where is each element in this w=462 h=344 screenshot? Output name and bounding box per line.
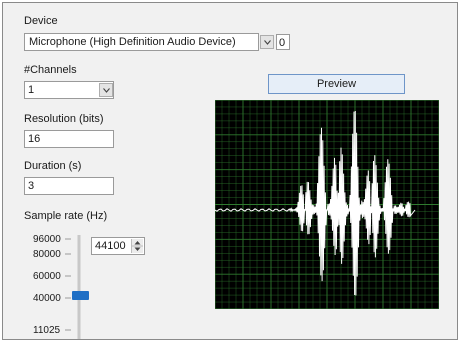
channels-dropdown-button[interactable] xyxy=(99,83,113,97)
preview-button[interactable]: Preview xyxy=(268,74,405,94)
audio-settings-panel: Device Microphone (High Definition Audio… xyxy=(2,2,458,340)
spin-up-icon xyxy=(134,241,141,245)
sample-rate-input[interactable]: 44100 xyxy=(91,237,145,255)
resolution-label: Resolution (bits) xyxy=(24,113,104,125)
waveform-display xyxy=(215,100,439,309)
duration-input[interactable]: 3 xyxy=(24,177,114,195)
chevron-down-icon xyxy=(264,40,271,45)
device-dropdown-button[interactable] xyxy=(260,35,274,49)
spin-down-icon xyxy=(134,247,141,251)
device-select[interactable]: Microphone (High Definition Audio Device… xyxy=(24,33,259,51)
device-label: Device xyxy=(24,15,58,27)
slider-track-ticks xyxy=(65,235,81,339)
duration-label: Duration (s) xyxy=(24,160,82,172)
device-index-field[interactable]: 0 xyxy=(276,34,290,50)
slider-thumb[interactable] xyxy=(72,291,89,300)
chevron-down-icon xyxy=(103,88,110,93)
sample-rate-value: 44100 xyxy=(95,240,126,252)
resolution-input[interactable]: 16 xyxy=(24,130,114,148)
sample-rate-spinner[interactable] xyxy=(131,239,143,253)
channels-label: #Channels xyxy=(24,64,77,76)
sample-rate-label: Sample rate (Hz) xyxy=(24,210,108,222)
sample-rate-slider[interactable]: 96000 80000 60000 40000 11025 xyxy=(27,229,89,341)
